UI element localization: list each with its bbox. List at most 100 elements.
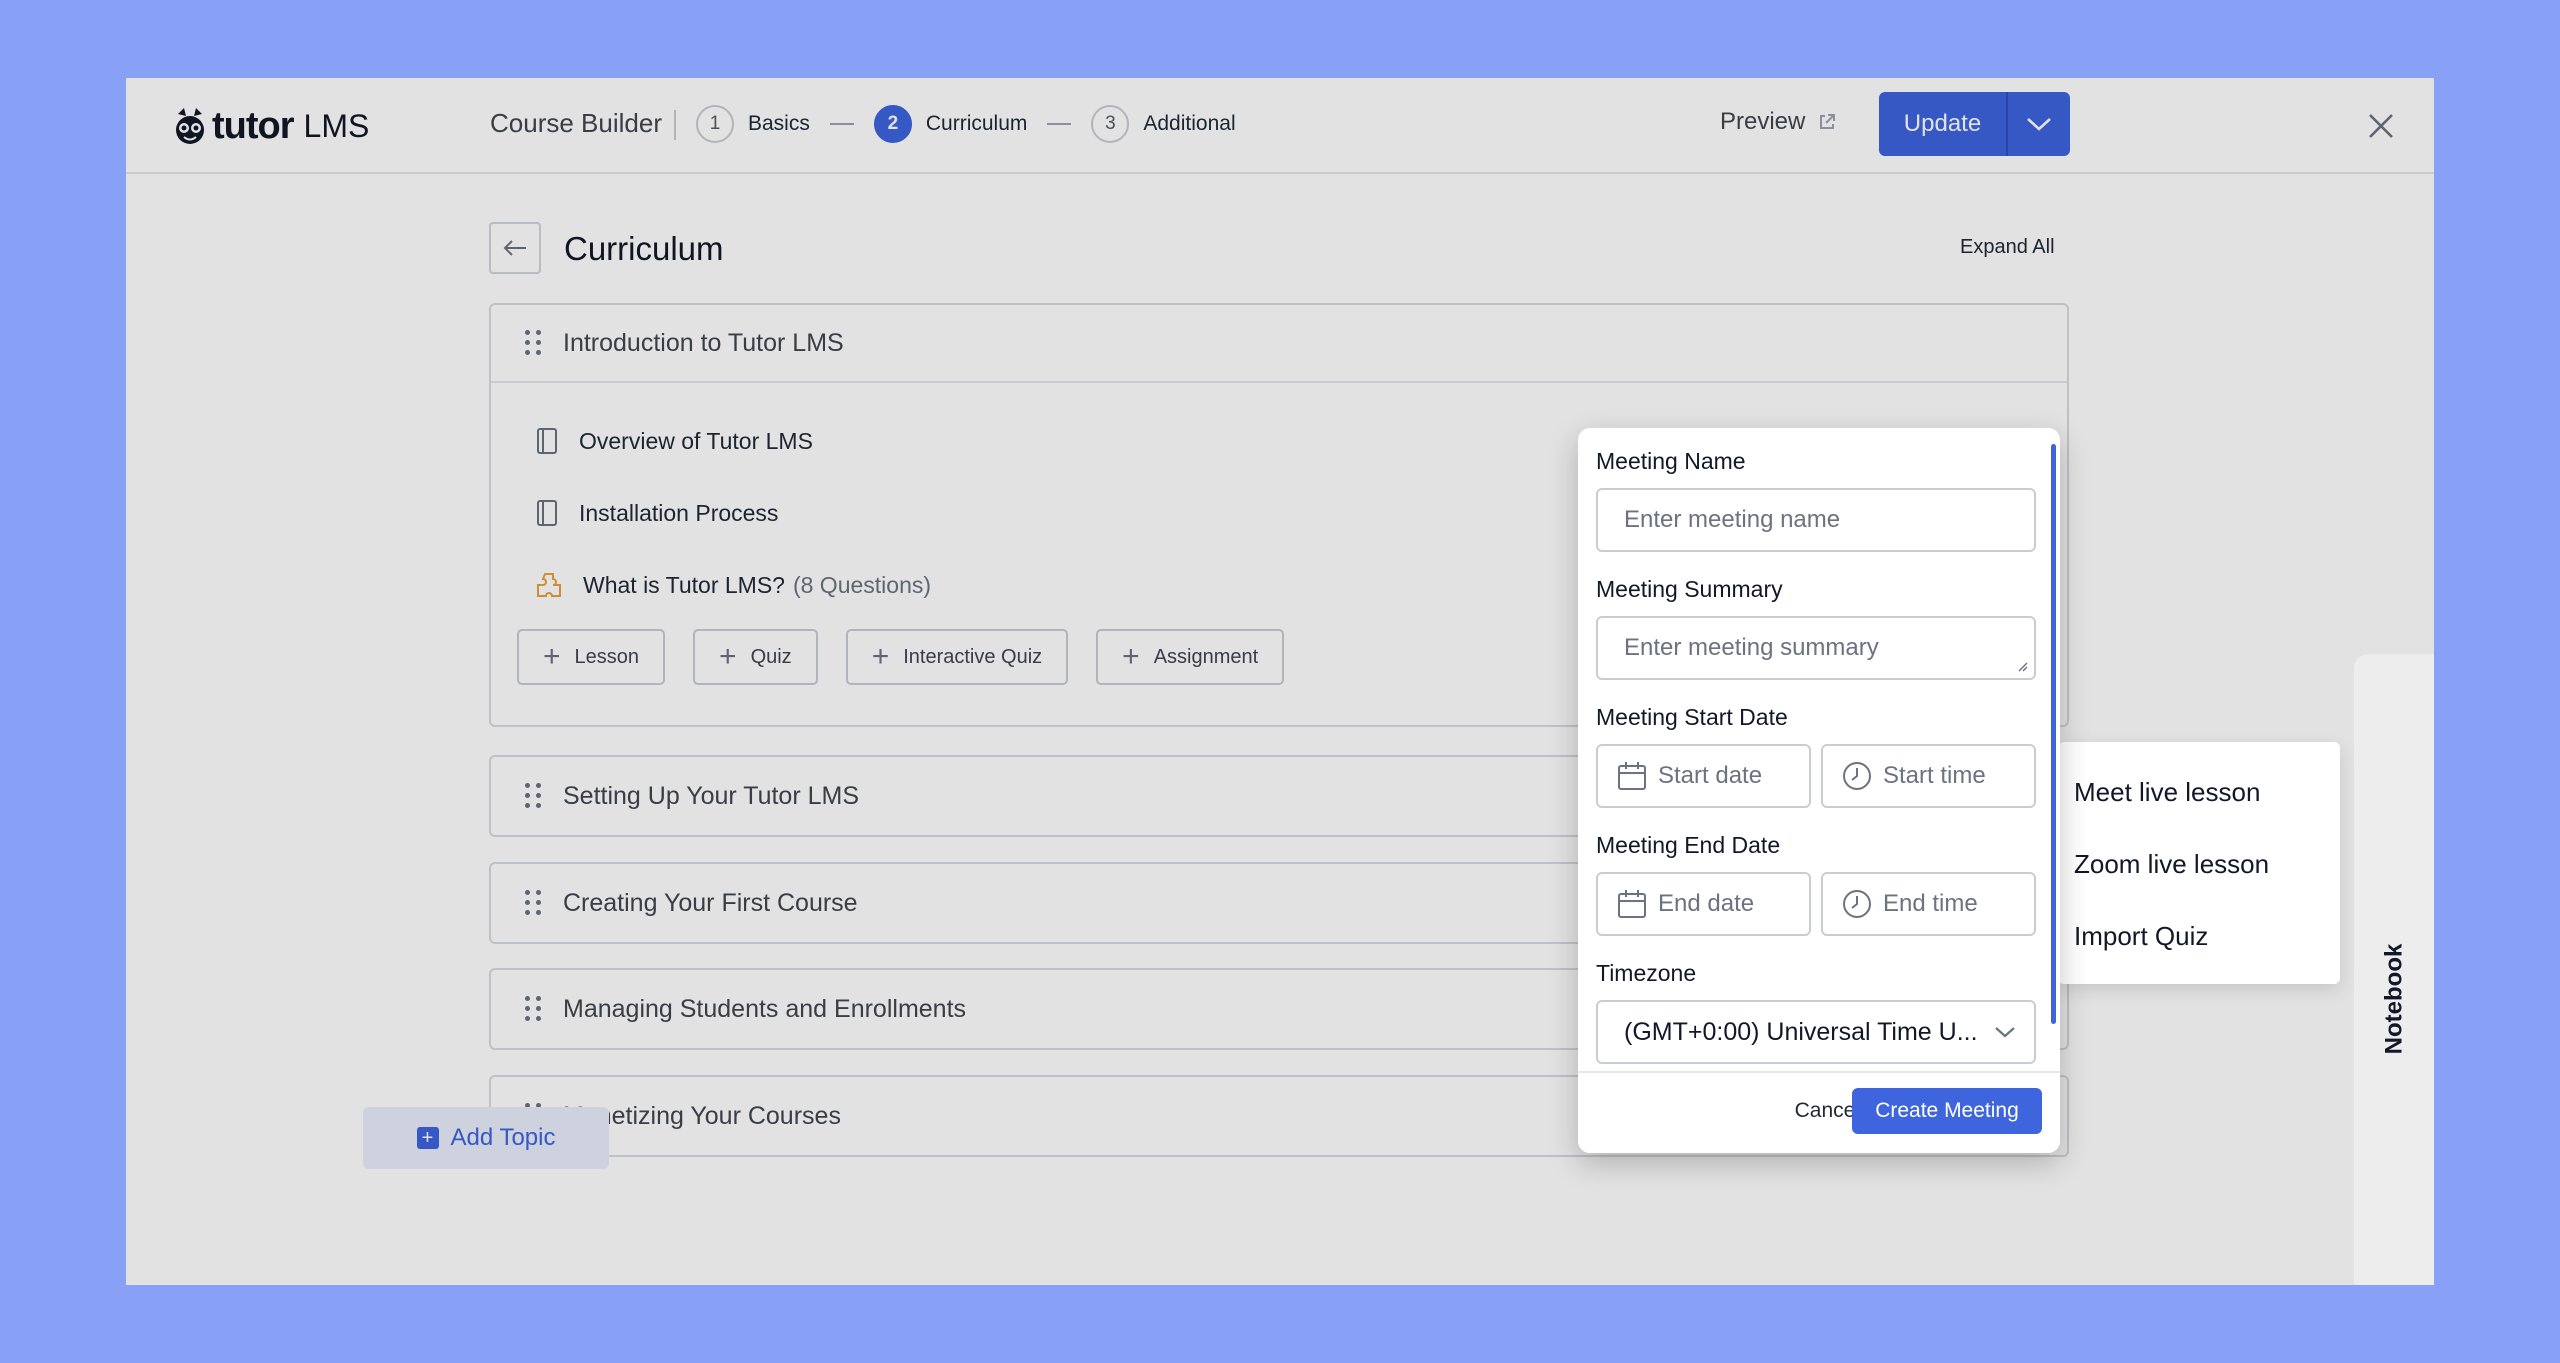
update-dropdown-button[interactable] [2006, 92, 2070, 156]
chevron-down-icon [2027, 118, 2051, 131]
button-label: Quiz [750, 645, 792, 668]
plus-icon: + [871, 640, 890, 673]
start-date-placeholder: Start date [1658, 762, 1763, 789]
meeting-summary-label: Meeting Summary [1596, 576, 1783, 602]
notebook-tab: Notebook [2374, 934, 2414, 1064]
calendar-icon [1618, 890, 1646, 918]
menu-item-import-quiz[interactable]: Import Quiz [2058, 900, 2340, 972]
drag-handle-icon[interactable] [525, 890, 541, 916]
chevron-down-icon [1995, 1027, 2015, 1038]
plus-icon: + [543, 640, 561, 673]
expand-all-button[interactable]: Expand All [1960, 236, 2055, 259]
modal-footer: Cancel Create Meeting [1578, 1071, 2060, 1153]
button-label: Interactive Quiz [903, 645, 1043, 668]
resize-handle-icon[interactable] [2018, 662, 2028, 672]
step-number: 1 [696, 105, 734, 143]
start-time-placeholder: Start time [1883, 762, 1986, 789]
meeting-name-input[interactable]: Enter meeting name [1596, 488, 2036, 552]
close-icon [2369, 114, 2393, 138]
end-time-input[interactable]: End time [1821, 872, 2036, 936]
course-builder-window: tutor LMS Course Builder 1 Basics 2 Curr… [126, 78, 2434, 1285]
summary-placeholder: Enter meeting summary [1624, 634, 1879, 661]
meeting-name-label: Meeting Name [1596, 448, 1746, 474]
drag-handle-icon[interactable] [525, 996, 541, 1022]
top-bar: tutor LMS Course Builder 1 Basics 2 Curr… [126, 78, 2434, 174]
start-date-input[interactable]: Start date [1596, 744, 1811, 808]
start-time-input[interactable]: Start time [1821, 744, 2036, 808]
topic-header[interactable]: Introduction to Tutor LMS [491, 305, 2067, 383]
update-button-group: Update [1879, 92, 2070, 156]
lesson-icon [537, 500, 557, 526]
end-date-input[interactable]: End date [1596, 872, 1811, 936]
step-basics[interactable]: 1 Basics [696, 105, 810, 143]
notebook-panel[interactable]: Notebook [2354, 654, 2434, 1285]
add-topic-label: Add Topic [450, 1124, 556, 1151]
step-number: 2 [873, 105, 912, 143]
arrow-left-icon [503, 240, 526, 256]
item-title: What is Tutor LMS? [583, 571, 785, 598]
step-label: Curriculum [925, 112, 1028, 135]
timezone-label: Timezone [1596, 960, 1697, 986]
topic-title: Creating Your First Course [563, 888, 858, 917]
add-topic-button[interactable]: + Add Topic [363, 1107, 609, 1169]
step-label: Basics [748, 112, 810, 135]
plus-square-icon: + [416, 1127, 439, 1149]
step-connector [1047, 123, 1072, 125]
cancel-button[interactable]: Cancel [1795, 1099, 1860, 1123]
add-interactive-quiz-button[interactable]: + Interactive Quiz [845, 629, 1069, 685]
end-date-row: End date End time [1596, 872, 2036, 936]
page-title: Curriculum [564, 230, 724, 267]
add-assignment-button[interactable]: + Assignment [1096, 629, 1285, 685]
step-curriculum[interactable]: 2 Curriculum [873, 105, 1028, 143]
create-meeting-button[interactable]: Create Meeting [1852, 1088, 2042, 1134]
plus-icon: + [1122, 640, 1140, 673]
brand-suffix: LMS [303, 107, 370, 144]
clock-icon [1843, 890, 1871, 918]
topic-title: Managing Students and Enrollments [563, 994, 967, 1023]
meeting-form: Meeting Name Enter meeting name Meeting … [1596, 448, 2036, 1064]
clock-icon [1843, 762, 1871, 790]
update-button[interactable]: Update [1879, 92, 2006, 156]
plus-icon: + [719, 640, 737, 673]
divider [674, 110, 676, 140]
timezone-value: (GMT+0:00) Universal Time U... [1624, 1017, 1978, 1046]
meeting-form-popover: Meeting Name Enter meeting name Meeting … [1578, 428, 2060, 1153]
question-count: (8 Questions) [792, 571, 932, 598]
start-date-label: Meeting Start Date [1596, 704, 1788, 730]
back-button[interactable] [489, 222, 541, 274]
end-date-label: Meeting End Date [1596, 832, 1781, 858]
lesson-icon [537, 428, 557, 454]
button-label: Lesson [574, 645, 640, 668]
lesson-type-menu: Meet live lesson Zoom live lesson Import… [2058, 742, 2340, 984]
brand-name: tutor [212, 104, 295, 147]
tutor-lms-logo[interactable]: tutor LMS [174, 100, 369, 152]
end-date-placeholder: End date [1658, 890, 1755, 917]
notebook-label: Notebook [2380, 943, 2408, 1055]
step-number: 3 [1091, 105, 1130, 143]
item-title: Installation Process [579, 499, 779, 526]
topic-title: Setting Up Your Tutor LMS [563, 781, 860, 810]
step-navigation: 1 Basics 2 Curriculum 3 Additional [696, 104, 1236, 144]
quiz-icon [537, 573, 561, 597]
button-label: Assignment [1153, 645, 1259, 668]
menu-item-zoom-live-lesson[interactable]: Zoom live lesson [2058, 828, 2340, 900]
owl-icon [176, 108, 204, 144]
preview-link[interactable]: Preview [1720, 108, 1837, 136]
course-builder-title: Course Builder [490, 108, 662, 138]
meeting-summary-textarea[interactable]: Enter meeting summary [1596, 616, 2036, 680]
drag-handle-icon[interactable] [525, 783, 541, 809]
item-title: Overview of Tutor LMS [579, 427, 813, 454]
scrollbar[interactable] [2051, 444, 2056, 1024]
step-additional[interactable]: 3 Additional [1091, 105, 1236, 143]
preview-label: Preview [1720, 108, 1806, 135]
close-button[interactable] [2361, 106, 2401, 146]
topic-title: Introduction to Tutor LMS [563, 328, 844, 357]
timezone-select[interactable]: (GMT+0:00) Universal Time U... [1596, 1000, 2036, 1064]
end-time-placeholder: End time [1883, 890, 1978, 917]
step-label: Additional [1143, 112, 1236, 135]
start-date-row: Start date Start time [1596, 744, 2036, 808]
menu-item-meet-live-lesson[interactable]: Meet live lesson [2058, 756, 2340, 828]
add-quiz-button[interactable]: + Quiz [693, 629, 818, 685]
add-lesson-button[interactable]: + Lesson [517, 629, 666, 685]
drag-handle-icon[interactable] [525, 330, 541, 356]
